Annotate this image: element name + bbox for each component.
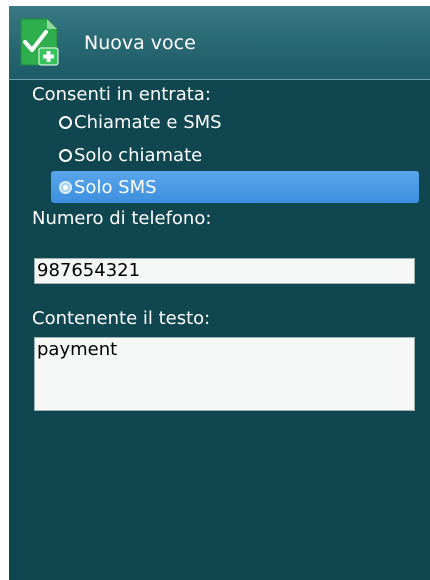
radio-calls-only[interactable]: Solo chiamate	[59, 139, 359, 171]
text-contains-field[interactable]: payment	[34, 337, 415, 411]
radio-sms-only[interactable]: Solo SMS	[51, 171, 419, 203]
header-bar: Nuova voce	[9, 6, 430, 80]
page-title: Nuova voce	[84, 32, 196, 54]
screen: Nuova voce Consenti in entrata: Chiamate…	[9, 6, 430, 580]
text-contains-label: Contenente il testo:	[32, 308, 211, 329]
radio-label: Chiamate e SMS	[74, 111, 222, 133]
radio-unselected-icon	[59, 148, 72, 162]
radio-calls-and-sms[interactable]: Chiamate e SMS	[59, 106, 359, 138]
radio-label: Solo chiamate	[74, 144, 203, 166]
incoming-label: Consenti in entrata:	[32, 84, 211, 105]
checkmark-plus-icon	[19, 18, 59, 66]
phone-number-field[interactable]: 987654321	[34, 258, 415, 284]
radio-unselected-icon	[59, 115, 72, 129]
radio-selected-icon	[59, 180, 72, 194]
phone-number-label: Numero di telefono:	[32, 208, 212, 229]
radio-label: Solo SMS	[74, 176, 157, 198]
